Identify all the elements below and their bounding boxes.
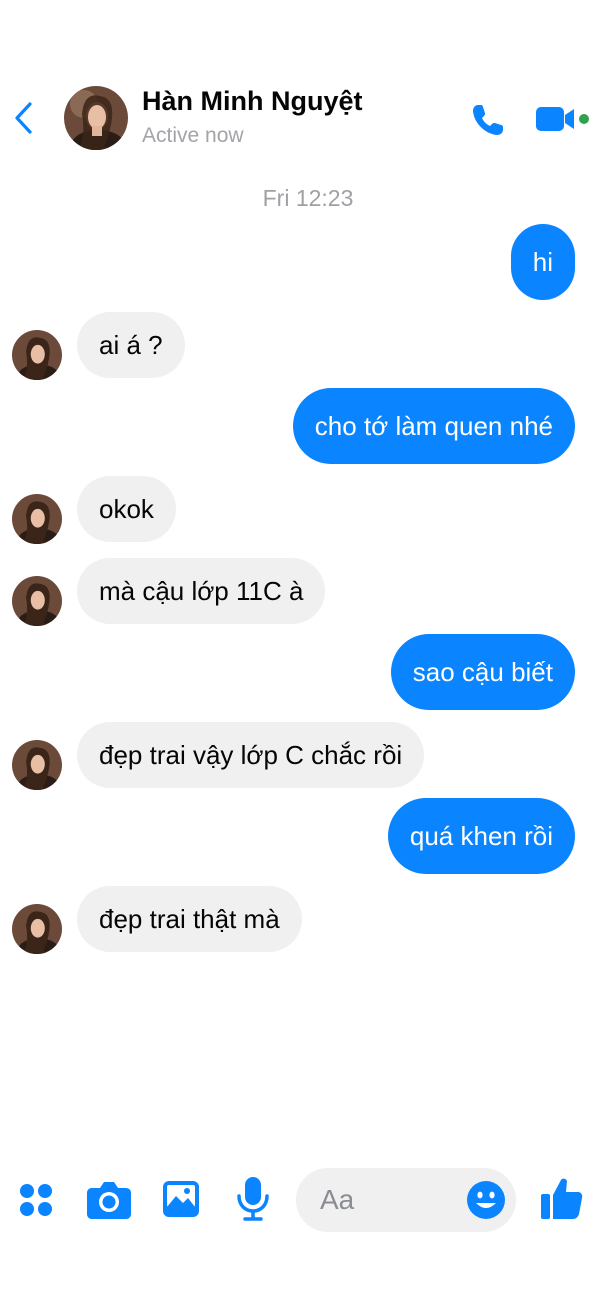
message-input[interactable]: Aa — [296, 1168, 516, 1232]
back-button[interactable] — [10, 100, 40, 136]
incoming-bubble[interactable]: đẹp trai vậy lớp C chắc rồi — [77, 722, 425, 788]
like-icon[interactable] — [540, 1176, 584, 1225]
sender-avatar[interactable] — [12, 330, 62, 380]
sender-avatar[interactable] — [12, 576, 62, 626]
camera-icon[interactable] — [86, 1180, 132, 1225]
chat-header: Hàn Minh Nguyệt Active now — [0, 70, 600, 166]
contact-name[interactable]: Hàn Minh Nguyệt — [142, 86, 363, 117]
incoming-bubble[interactable]: đẹp trai thật mà — [77, 886, 302, 952]
emoji-icon[interactable] — [466, 1180, 506, 1220]
thread-timestamp: Fri 12:23 — [262, 185, 354, 211]
microphone-icon[interactable] — [236, 1176, 270, 1227]
apps-icon[interactable] — [18, 1182, 54, 1223]
message-composer: Aa — [0, 1162, 600, 1238]
incoming-bubble[interactable]: mà cậu lớp 11C à — [77, 558, 326, 624]
back-chevron-icon — [15, 102, 32, 134]
outgoing-bubble[interactable]: cho tớ làm quen nhé — [292, 388, 575, 464]
image-icon[interactable] — [162, 1180, 200, 1223]
outgoing-bubble[interactable]: sao cậu biết — [390, 634, 575, 710]
contact-status: Active now — [142, 124, 244, 147]
incoming-bubble[interactable]: ai á ? — [77, 312, 185, 378]
video-call-icon[interactable] — [534, 102, 592, 136]
outgoing-bubble[interactable]: quá khen rồi — [387, 798, 575, 874]
sender-avatar[interactable] — [12, 904, 62, 954]
message-input-placeholder: Aa — [320, 1184, 355, 1215]
outgoing-bubble[interactable]: hi — [510, 224, 575, 300]
sender-avatar[interactable] — [12, 494, 62, 544]
phone-call-icon[interactable] — [470, 102, 506, 138]
contact-avatar[interactable] — [64, 86, 128, 150]
sender-avatar[interactable] — [12, 740, 62, 790]
chat-screen: Hàn Minh Nguyệt Active now Fri 12:23 hi — [0, 0, 600, 1299]
incoming-bubble[interactable]: okok — [77, 476, 176, 542]
